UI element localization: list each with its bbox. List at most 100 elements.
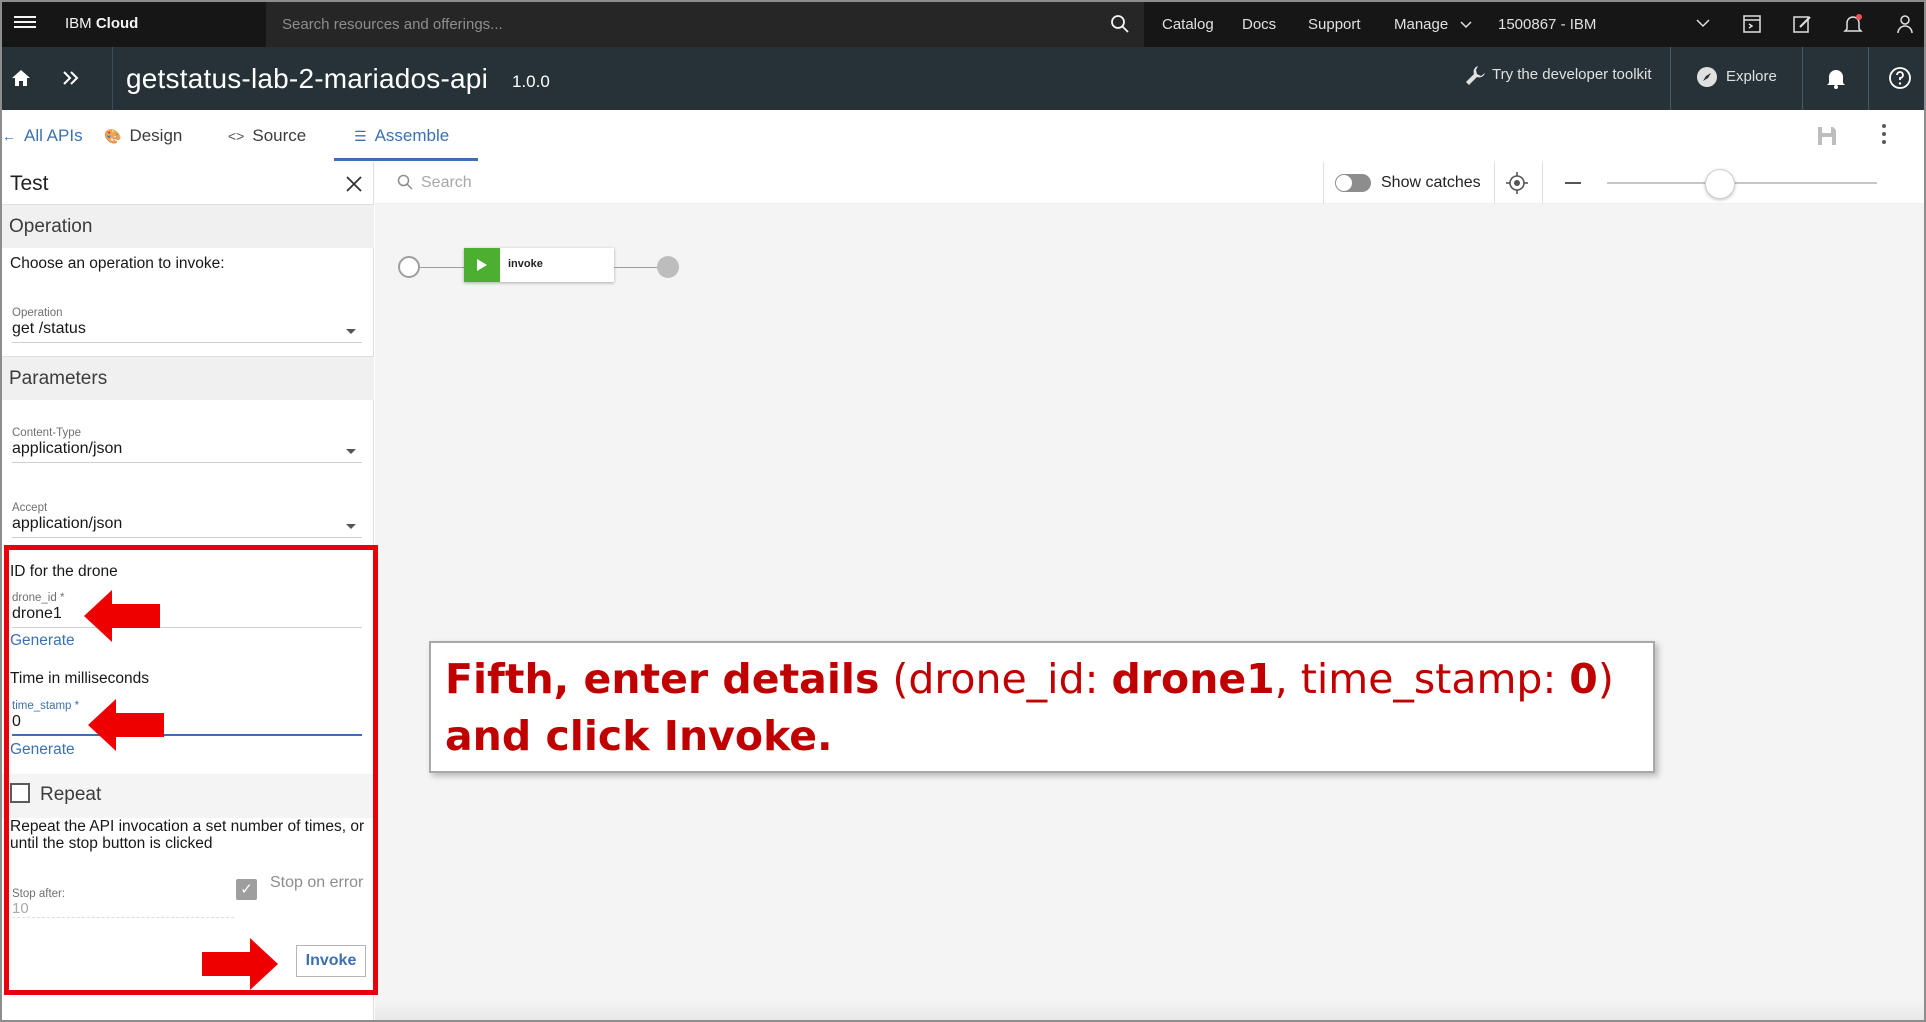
notifications-bell-icon[interactable] [1842,13,1864,35]
header-separator [1802,47,1803,110]
operation-heading: Operation [9,216,93,237]
tab-all-apis-label: All APIs [24,126,83,145]
tab-source-label: Source [252,126,307,145]
nav-docs[interactable]: Docs [1242,16,1276,33]
flow-connector [420,267,464,268]
choose-operation-text: Choose an operation to invoke: [10,255,225,272]
back-arrow-icon: ← [2,128,16,144]
nav-catalog[interactable]: Catalog [1162,16,1214,33]
canvas-search-input[interactable] [421,172,821,194]
code-icon: <> [228,128,245,144]
operation-select[interactable]: Operation get /status [12,307,362,343]
invoke-node-label: invoke [508,258,543,270]
active-tab-indicator [334,158,478,161]
nav-manage-label: Manage [1394,16,1449,33]
developer-toolkit-label: Try the developer toolkit [1492,65,1652,83]
account-switcher[interactable]: 1500867 - IBM [1498,16,1596,33]
palette-icon: 🎨 [104,128,122,144]
tab-design[interactable]: 🎨 Design [104,126,182,146]
red-arrow-right-icon [202,938,278,990]
content-type-select[interactable]: Content-Type application/json [12,427,362,463]
flow-start-node [398,256,420,278]
highlight-box [4,545,378,995]
tab-design-label: Design [129,126,183,145]
callout-detail-3: ) [1597,655,1614,703]
show-catches-toggle[interactable] [1335,174,1371,192]
api-version: 1.0.0 [512,72,550,91]
search-icon [397,174,413,190]
brand-prefix: IBM [65,15,92,32]
user-profile-icon[interactable] [1894,13,1916,35]
tab-all-apis[interactable]: ← All APIs [2,126,83,146]
developer-toolkit-link[interactable]: Try the developer toolkit [1464,64,1652,86]
tab-source[interactable]: <> Source [228,126,306,146]
recenter-target-icon[interactable] [1506,172,1528,194]
compass-icon [1697,67,1717,87]
account-chevron-down-icon[interactable] [1696,19,1710,28]
accept-value: application/json [12,515,123,532]
global-search-input[interactable] [282,13,982,35]
caret-down-icon [346,524,356,529]
operation-select-label: Operation [12,307,63,319]
explore-button[interactable]: Explore [1696,66,1777,88]
global-search-bar [266,2,1144,47]
red-arrow-left-icon [88,699,164,751]
help-icon[interactable] [1888,66,1912,90]
double-chevron-right-icon[interactable] [62,67,80,89]
red-arrow-left-icon [84,590,160,642]
callout-action: and click Invoke. [445,712,833,760]
zoom-slider[interactable] [1607,182,1877,184]
wrench-icon [1466,66,1485,85]
ibm-cloud-topbar: IBM Cloud Catalog Docs Support Manage 15… [2,2,1924,47]
operation-select-value: get /status [12,320,86,337]
chevron-down-icon [1460,21,1472,29]
zoom-slider-handle[interactable] [1705,169,1736,199]
callout-step: Fifth, enter details [445,655,880,703]
editor-tabs: ← All APIs 🎨 Design <> Source ☰ Assemble [2,110,1924,162]
header-divider [112,47,113,110]
operation-section-header: Operation [2,204,374,248]
content-type-value: application/json [12,440,123,457]
overflow-menu-icon[interactable] [1882,124,1888,148]
api-header-bar: getstatus-lab-2-mariados-api 1.0.0 Try t… [2,47,1924,110]
toolbar-separator [1494,162,1495,204]
ibm-cloud-brand[interactable]: IBM Cloud [65,15,138,32]
callout-drone-value: drone1 [1111,655,1275,703]
callout-detail-2: , time_stamp: [1274,655,1570,703]
explore-label: Explore [1726,67,1777,85]
accept-select[interactable]: Accept application/json [12,502,362,538]
brand-suffix: Cloud [95,15,139,32]
caret-down-icon [346,329,356,334]
bell-icon[interactable] [1825,67,1847,89]
assemble-flow-icon: ☰ [354,128,367,144]
show-catches-label: Show catches [1381,174,1481,191]
save-icon[interactable] [1816,125,1838,147]
callout-time-value: 0 [1569,655,1598,703]
test-panel-title: Test [10,172,49,195]
play-icon [464,248,500,282]
home-icon[interactable] [10,67,32,89]
instruction-callout: Fifth, enter details (drone_id: drone1, … [429,641,1655,773]
nav-manage[interactable]: Manage [1394,16,1472,33]
content-type-label: Content-Type [12,427,82,439]
toolbar-separator [1542,162,1543,204]
canvas-toolbar: Show catches [375,162,1924,204]
close-icon[interactable] [344,174,364,194]
cost-estimator-icon[interactable] [1741,13,1763,35]
search-icon[interactable] [1110,14,1130,34]
nav-support[interactable]: Support [1308,16,1361,33]
assembly-canvas[interactable] [375,204,1924,1020]
tab-assemble[interactable]: ☰ Assemble [354,126,449,146]
flow-end-node [657,256,679,278]
api-title: getstatus-lab-2-mariados-api [126,63,488,94]
hamburger-menu-icon[interactable] [14,13,36,35]
callout-detail-1: (drone_id: [879,655,1112,703]
caret-down-icon [346,449,356,454]
canvas-bottom-edge [375,1000,1924,1020]
zoom-out-icon[interactable] [1565,182,1581,184]
accept-label: Accept [12,502,48,514]
edit-icon[interactable] [1791,13,1813,35]
header-separator [1670,47,1671,110]
invoke-policy-node[interactable]: invoke [464,248,614,282]
flow-connector [614,267,657,268]
